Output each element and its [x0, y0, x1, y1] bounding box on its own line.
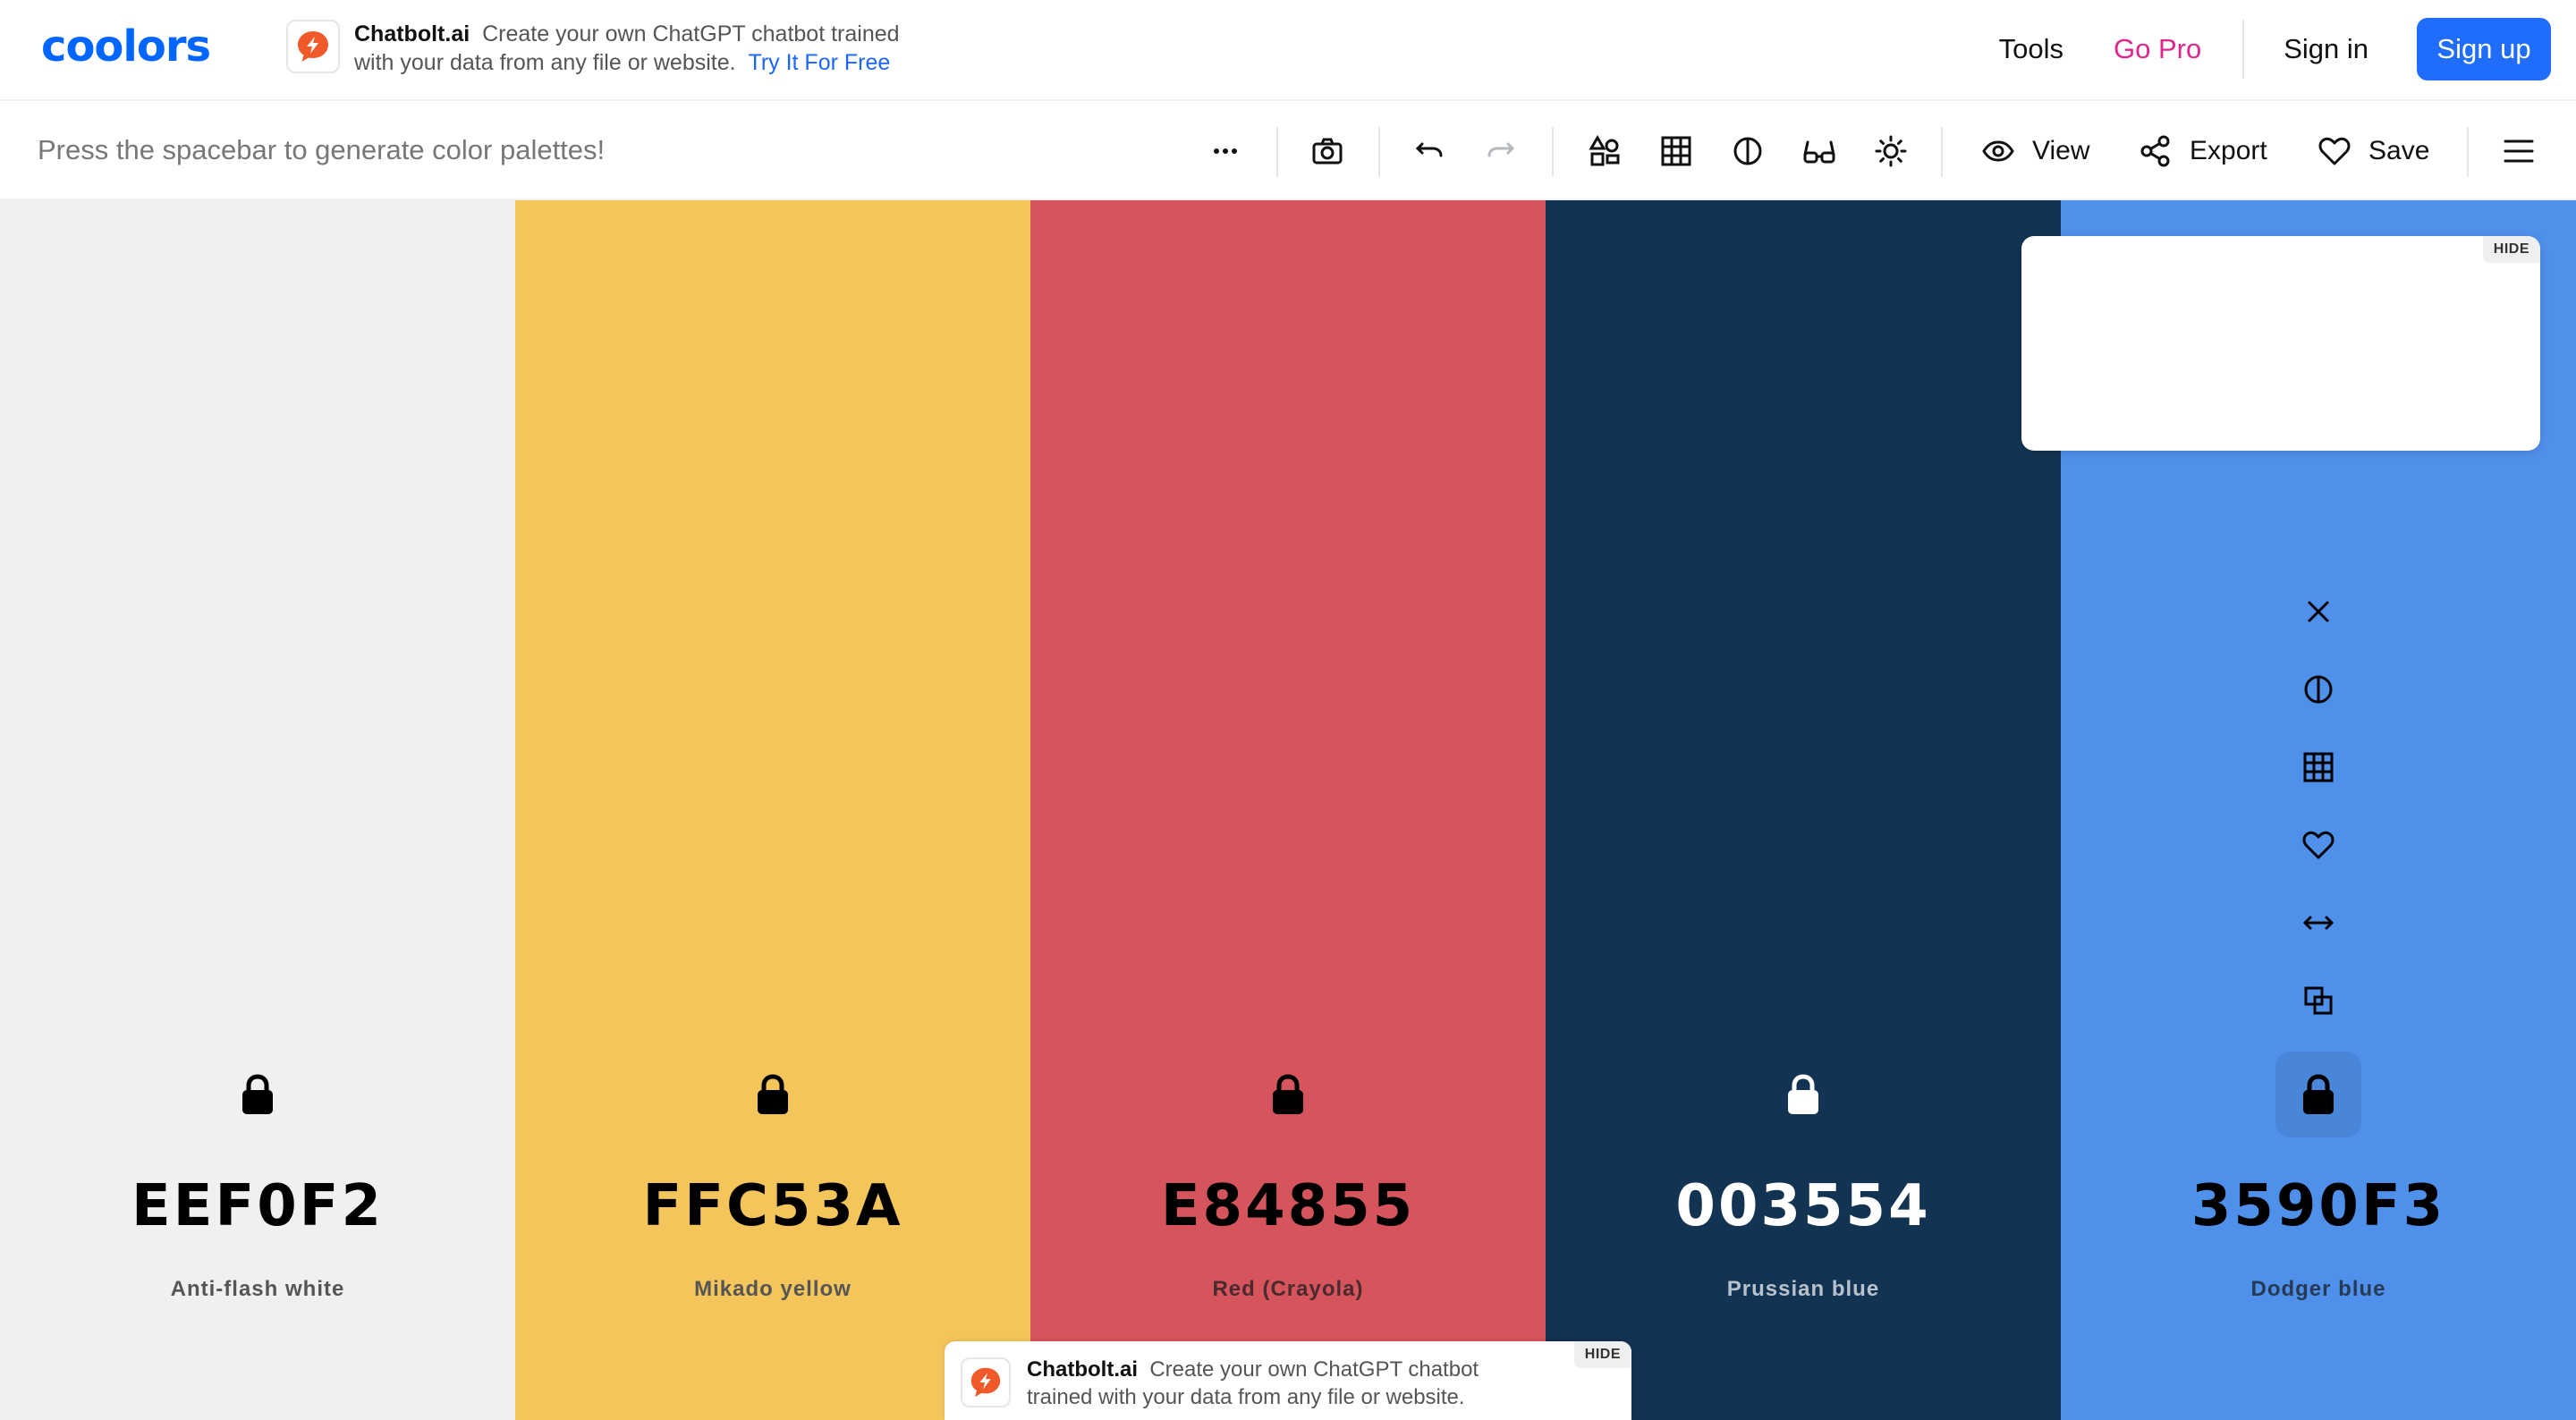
ad-brand: Chatbolt.ai	[354, 21, 470, 46]
redo-button[interactable]	[1481, 129, 1521, 173]
ad-line2: with your data from any file or website.	[354, 50, 736, 75]
hex-code[interactable]: FFC53A	[515, 1173, 1030, 1239]
grid-icon	[2303, 752, 2334, 782]
save-label: Save	[2368, 136, 2430, 165]
copy-icon	[2304, 986, 2333, 1015]
color-column[interactable]: FFC53A Mikado yellow	[515, 200, 1030, 1420]
more-button[interactable]	[1206, 129, 1245, 173]
ad-text: Chatbolt.ai Create your own ChatGPT chat…	[1027, 1356, 1546, 1411]
view-shades-button[interactable]	[2292, 663, 2345, 716]
color-grid-button[interactable]	[2292, 740, 2345, 794]
hex-code[interactable]: 3590F3	[2061, 1173, 2576, 1239]
sponsored-ad-bottom[interactable]: Chatbolt.ai Create your own ChatGPT chat…	[945, 1341, 1631, 1420]
save-button[interactable]: Save	[2315, 129, 2429, 173]
drag-icon	[2302, 916, 2334, 930]
lock-icon	[242, 1074, 273, 1114]
remove-color-button[interactable]	[2292, 585, 2345, 638]
tools-link[interactable]: Tools	[1999, 33, 2063, 65]
heart-icon	[2302, 831, 2334, 859]
column-tools	[2061, 585, 2576, 1052]
quick-view-button[interactable]	[1308, 129, 1347, 173]
sign-in-link[interactable]: Sign in	[2284, 33, 2368, 65]
sponsored-ad-top[interactable]: Chatbolt.ai Create your own ChatGPT chat…	[286, 20, 966, 77]
contrast-icon	[2304, 675, 2333, 704]
save-color-button[interactable]	[2292, 818, 2345, 872]
toolbar-divider	[1378, 127, 1380, 177]
color-column[interactable]: EEF0F2 Anti-flash white	[0, 200, 515, 1420]
ad-brand: Chatbolt.ai	[1027, 1357, 1138, 1382]
toolbar-divider	[1276, 127, 1278, 177]
view-button[interactable]: View	[1979, 129, 2089, 173]
coolors-logo[interactable]: coolors	[41, 25, 211, 68]
close-icon	[2308, 601, 2329, 622]
ad-cta-link[interactable]: Try It For Free	[748, 50, 890, 75]
eye-icon	[1979, 131, 2018, 171]
go-pro-link[interactable]: Go Pro	[2114, 33, 2201, 65]
glasses-icon	[1800, 131, 1839, 171]
hide-ad-button[interactable]: HIDE	[1573, 1341, 1631, 1368]
chatbolt-logo-icon	[286, 20, 340, 73]
toolbar-divider	[2467, 127, 2469, 177]
drag-button[interactable]	[2292, 896, 2345, 950]
generator-toolbar: Press the spacebar to generate color pal…	[0, 102, 2576, 200]
export-label: Export	[2190, 136, 2267, 165]
light-mode-button[interactable]	[1871, 129, 1911, 173]
sign-up-button[interactable]: Sign up	[2417, 18, 2551, 80]
hide-ad-button[interactable]: HIDE	[2482, 236, 2540, 263]
ad-text: Chatbolt.ai Create your own ChatGPT chat…	[354, 20, 998, 77]
color-column[interactable]: 003554 Prussian blue	[1546, 200, 2061, 1420]
lock-icon	[1273, 1074, 1303, 1114]
nav-divider	[2242, 20, 2245, 79]
lock-button[interactable]	[1245, 1052, 1331, 1137]
export-button[interactable]: Export	[2136, 129, 2267, 173]
camera-icon	[1308, 131, 1347, 171]
contrast-button[interactable]	[1728, 129, 1767, 173]
share-icon	[2136, 131, 2175, 171]
brightness-icon	[1871, 131, 1911, 171]
ad-card: HIDE	[2021, 236, 2540, 451]
contrast-icon	[1728, 131, 1767, 171]
redo-icon	[1481, 131, 1521, 171]
more-icon	[1206, 131, 1245, 171]
toolbar-divider	[1941, 127, 1943, 177]
hex-code[interactable]: E84855	[1030, 1173, 1546, 1239]
menu-icon	[2499, 131, 2538, 171]
lock-button[interactable]	[1760, 1052, 1846, 1137]
chatbolt-logo-icon	[961, 1357, 1011, 1407]
color-name: Mikado yellow	[694, 1277, 852, 1301]
lock-button[interactable]	[730, 1052, 816, 1137]
ad-line1: Create your own ChatGPT chatbot trained	[482, 21, 900, 46]
undo-button[interactable]	[1410, 129, 1449, 173]
toolbar-divider	[1552, 127, 1554, 177]
lock-icon	[758, 1074, 788, 1114]
ad-line1: Create your own ChatGPT chatbot	[1149, 1357, 1479, 1382]
visual-impairment-button[interactable]	[1800, 129, 1839, 173]
color-grid-button[interactable]	[1657, 129, 1696, 173]
lock-button[interactable]	[2275, 1052, 2361, 1137]
color-name: Dodger blue	[2250, 1277, 2386, 1301]
copy-hex-button[interactable]	[2292, 974, 2345, 1027]
lock-icon	[1788, 1074, 1818, 1114]
view-label: View	[2032, 136, 2090, 165]
hex-code[interactable]: EEF0F2	[0, 1173, 515, 1239]
lock-button[interactable]	[215, 1052, 301, 1137]
color-column[interactable]: E84855 Red (Crayola)	[1030, 200, 1546, 1420]
header-nav: Tools Go Pro Sign in Sign up	[1999, 18, 2551, 80]
grid-icon	[1657, 131, 1696, 171]
adjust-palette-button[interactable]	[1585, 129, 1624, 173]
hex-code[interactable]: 003554	[1546, 1173, 2061, 1239]
shapes-icon	[1585, 131, 1624, 171]
ad-line2: trained with your data from any file or …	[1027, 1385, 1465, 1409]
undo-icon	[1410, 131, 1449, 171]
menu-button[interactable]	[2499, 129, 2538, 173]
color-name: Anti-flash white	[170, 1277, 345, 1301]
color-name: Red (Crayola)	[1212, 1277, 1364, 1301]
color-name: Prussian blue	[1726, 1277, 1880, 1301]
lock-icon	[2303, 1074, 2334, 1114]
spacebar-hint: Press the spacebar to generate color pal…	[38, 134, 606, 165]
heart-icon	[2315, 131, 2354, 171]
top-header: coolors Chatbolt.ai Create your own Chat…	[0, 0, 2576, 101]
